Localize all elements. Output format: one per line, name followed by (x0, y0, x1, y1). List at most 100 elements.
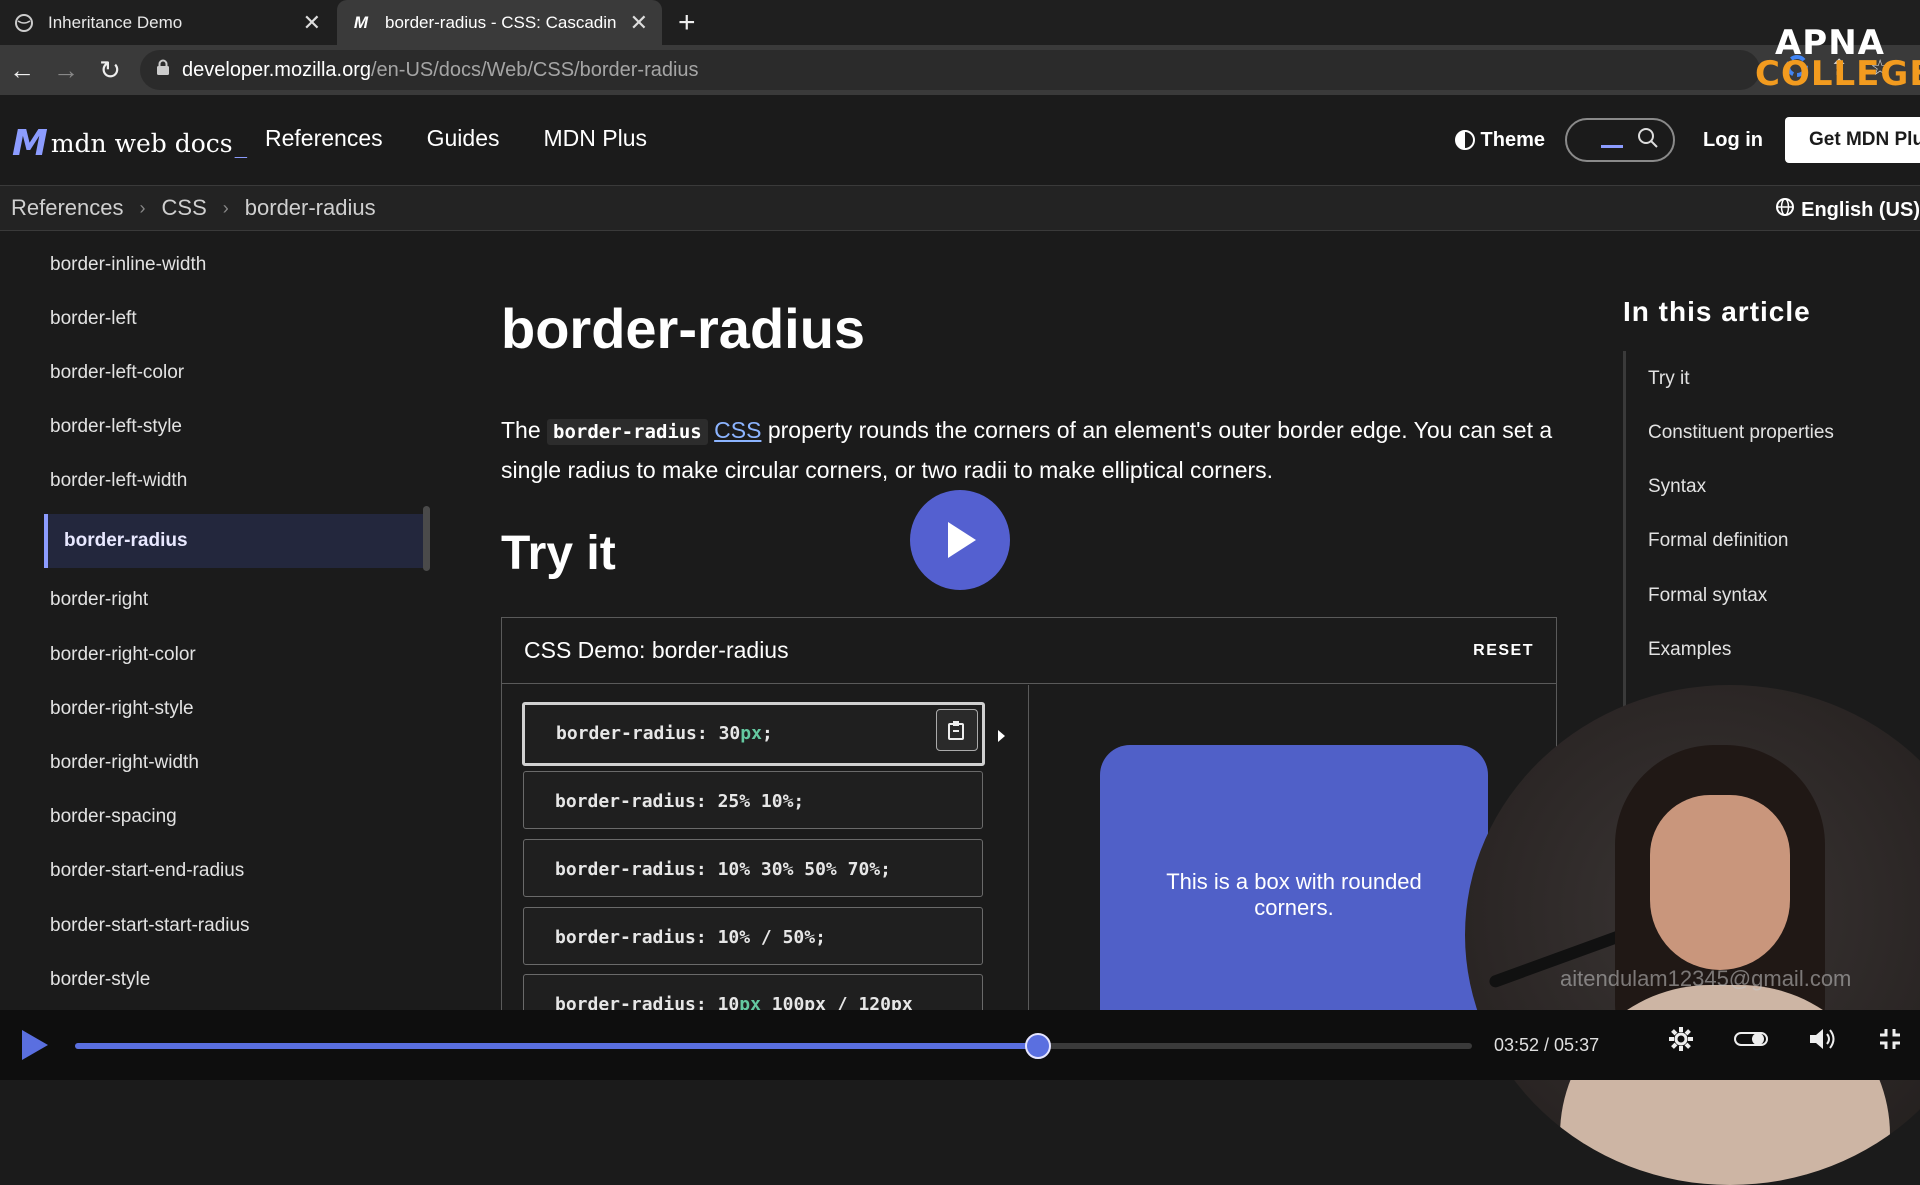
sidebar-scrollbar[interactable] (423, 506, 430, 571)
toc-item[interactable]: Examples (1648, 639, 1731, 661)
nav-references[interactable]: References (265, 125, 383, 152)
theme-toggle[interactable]: Theme (1454, 129, 1545, 152)
url-path: /en-US/docs/Web/CSS/border-radius (371, 58, 699, 81)
video-play-overlay-button[interactable] (910, 490, 1010, 590)
demo-choice[interactable]: border-radius: 25% 10%; (523, 771, 983, 829)
new-tab-icon[interactable]: + (678, 6, 696, 40)
close-tab-icon[interactable]: ✕ (630, 10, 648, 36)
volume-icon[interactable] (1808, 1026, 1838, 1057)
theater-mode-icon[interactable] (1734, 1029, 1768, 1054)
forward-icon[interactable]: → (44, 55, 88, 86)
mdn-favicon-icon: M (353, 12, 369, 32)
article: border-radius The border-radius CSS prop… (500, 231, 1561, 1017)
seek-bar[interactable] (75, 1033, 1472, 1059)
breadcrumb-border-radius[interactable]: border-radius (245, 195, 376, 221)
get-mdn-plus-button[interactable]: Get MDN Plus (1785, 117, 1920, 163)
globe-icon (14, 13, 34, 33)
demo-header: CSS Demo: border-radius RESET (502, 618, 1556, 684)
sidebar-item[interactable]: border-right-width (50, 752, 199, 774)
toc-title: In this article (1623, 296, 1811, 327)
channel-watermark: APNA COLLEGE (1755, 26, 1920, 90)
rounded-preview-box: This is a box with rounded corners. (1100, 745, 1488, 1017)
tab-inheritance-demo[interactable]: Inheritance Demo ✕ (0, 0, 335, 45)
page-title: border-radius (501, 297, 866, 360)
search-input[interactable] (1565, 118, 1676, 162)
interactive-demo: CSS Demo: border-radius RESET border-rad… (501, 617, 1557, 1017)
back-icon[interactable]: ← (0, 55, 44, 86)
toc-item[interactable]: Constituent properties (1648, 422, 1834, 444)
settings-gear-icon[interactable] (1668, 1026, 1694, 1057)
play-button[interactable] (22, 1030, 48, 1060)
choice-prop: border-radius: (555, 927, 707, 948)
sidebar-item-active[interactable]: border-radius (44, 514, 426, 568)
time-display: 03:52 / 05:37 (1494, 1035, 1600, 1055)
sidebar-item[interactable]: border-right-style (50, 698, 194, 720)
toc-item[interactable]: Formal definition (1648, 530, 1788, 552)
email-watermark: aitendulam12345@gmail.com (1560, 966, 1852, 991)
exit-fullscreen-icon[interactable] (1878, 1027, 1902, 1056)
caret-right-icon (998, 730, 1005, 742)
tab-border-radius[interactable]: M border-radius - CSS: Cascadin ✕ (337, 0, 662, 45)
sidebar-item[interactable]: border-spacing (50, 806, 177, 828)
choice-suffix: ; (793, 791, 805, 812)
sidebar-item[interactable]: border-left-color (50, 362, 184, 384)
sidebar-item[interactable]: border-right (50, 589, 148, 611)
tab-title: Inheritance Demo (48, 12, 183, 32)
reload-icon[interactable]: ↻ (88, 55, 132, 86)
search-icon[interactable] (1637, 127, 1659, 154)
toc-item[interactable]: Syntax (1648, 476, 1706, 498)
choice-value: 30 (718, 723, 741, 744)
intro-paragraph: The border-radius CSS property rounds th… (501, 411, 1561, 489)
seek-progress (75, 1043, 1038, 1049)
nav-mdn-plus[interactable]: MDN Plus (544, 125, 648, 152)
demo-choice[interactable]: border-radius: 10% / 50%; (523, 907, 983, 965)
choice-value: 10% / 50% (717, 927, 816, 948)
sidebar-item[interactable]: border-left-style (50, 416, 182, 438)
browser-tab-bar: Inheritance Demo ✕ M border-radius - CSS… (0, 0, 1920, 45)
sidebar-item[interactable]: border-right-color (50, 644, 196, 666)
sidebar-item[interactable]: border-style (50, 969, 150, 991)
address-bar[interactable]: developer.mozilla.org /en-US/docs/Web/CS… (140, 50, 1760, 90)
demo-title: CSS Demo: border-radius (524, 637, 789, 663)
tab-title: border-radius - CSS: Cascadin (385, 12, 617, 32)
player-actions (1668, 1026, 1902, 1057)
url-host: developer.mozilla.org (182, 58, 371, 81)
demo-choice[interactable]: border-radius: 10% 30% 50% 70%; (523, 839, 983, 897)
demo-choices: border-radius: 30px; border-radius: 25% … (502, 685, 1029, 1017)
sidebar-item[interactable]: border-inline-width (50, 254, 206, 276)
choice-suffix: ; (761, 723, 773, 744)
lock-icon[interactable] (156, 59, 170, 81)
logo-text: mdn web docs (50, 129, 233, 158)
choice-prop: border-radius: (555, 791, 707, 812)
mdn-logo[interactable]: M mdn web docs _ (12, 123, 247, 164)
language-label: English (US) (1801, 198, 1920, 221)
intro-before: The (501, 417, 541, 443)
choice-suffix: ; (880, 859, 891, 880)
sidebar-item[interactable]: border-left (50, 308, 137, 330)
seek-handle[interactable] (1024, 1033, 1051, 1059)
copy-icon[interactable] (936, 709, 978, 751)
login-link[interactable]: Log in (1703, 129, 1763, 152)
sidebar-item[interactable]: border-left-width (50, 470, 187, 492)
css-link[interactable]: CSS (714, 417, 761, 443)
sidebar-item-label: border-radius (64, 530, 188, 551)
choice-suffix: ; (815, 927, 826, 948)
toc-item[interactable]: Try it (1648, 368, 1690, 390)
theme-icon (1454, 130, 1475, 150)
sidebar-item[interactable]: border-start-start-radius (50, 915, 250, 937)
language-selector[interactable]: English (US) (1775, 197, 1920, 223)
toc-item[interactable]: Formal syntax (1648, 585, 1767, 607)
reset-button[interactable]: RESET (1473, 642, 1534, 660)
breadcrumb-css[interactable]: CSS (162, 195, 207, 221)
close-tab-icon[interactable]: ✕ (303, 10, 321, 36)
chevron-right-icon: › (222, 197, 229, 218)
choice-value: 10% 30% 50% 70% (717, 859, 881, 880)
video-controls: 03:52 / 05:37 (0, 1010, 1920, 1080)
choice-prop: border-radius: (555, 859, 707, 880)
nav-guides[interactable]: Guides (427, 125, 500, 152)
demo-choice-selected[interactable]: border-radius: 30px; (522, 702, 985, 766)
sidebar-item[interactable]: border-start-end-radius (50, 860, 244, 882)
breadcrumb-references[interactable]: References (11, 195, 124, 221)
intro-code: border-radius (547, 419, 708, 445)
toc-divider (1623, 351, 1626, 711)
